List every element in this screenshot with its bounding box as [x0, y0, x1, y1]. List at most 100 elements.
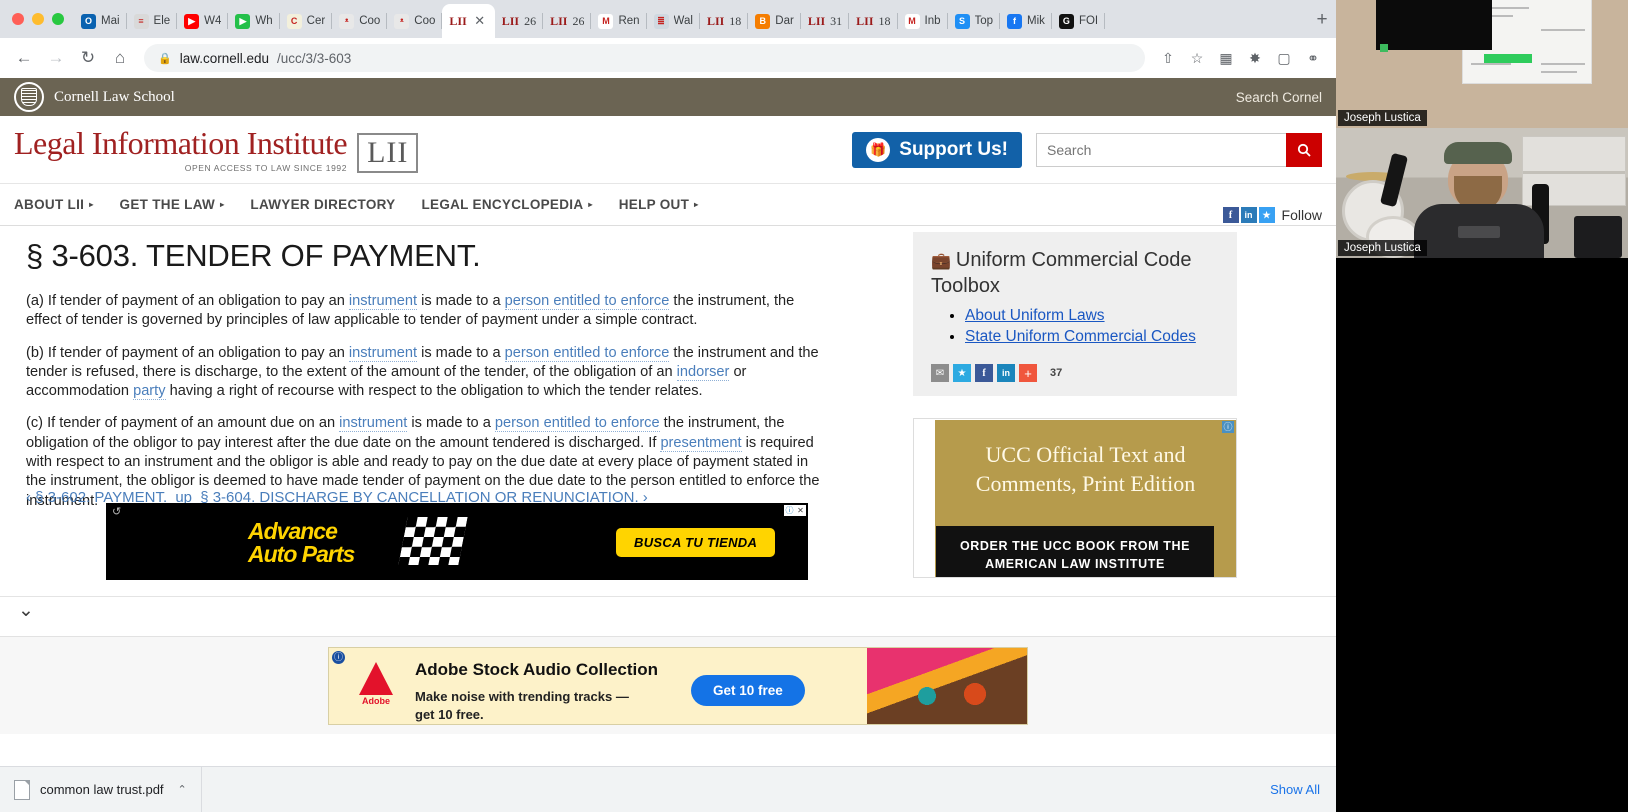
facebook-icon: f	[1007, 13, 1023, 29]
lii-logo[interactable]: Legal Information Institute OPEN ACCESS …	[14, 127, 419, 173]
nav-item-lawyer-directory[interactable]: LAWYER DIRECTORY	[250, 197, 395, 212]
minimize-window-button[interactable]	[32, 13, 44, 25]
browser-tab[interactable]: ᵜ Coo	[332, 4, 388, 38]
tab-label: Wh	[255, 15, 273, 27]
glossary-link[interactable]: indorser	[676, 363, 730, 381]
home-button[interactable]: ⌂	[106, 44, 134, 72]
adobe-stock-ad[interactable]: ⓘ ⓘ ✕ Adobe Adobe Stock Audio Collection…	[328, 647, 1028, 725]
adobe-ad-sub-1: Make noise with trending tracks —	[415, 689, 629, 704]
browser-tab[interactable]: ▶ W4	[177, 4, 229, 38]
addthis-plus-icon[interactable]: +	[1019, 364, 1037, 382]
browser-tab[interactable]: LII 26	[543, 4, 592, 38]
reading-list-icon[interactable]: ▦	[1213, 45, 1239, 71]
download-item[interactable]: common law trust.pdf ⌃	[0, 766, 202, 812]
glossary-link[interactable]: instrument	[339, 415, 408, 433]
profile-icon[interactable]: ⚭	[1300, 45, 1326, 71]
show-all-downloads-button[interactable]: Show All	[1270, 782, 1320, 797]
sidebar-icon[interactable]: ▢	[1271, 45, 1297, 71]
tab-lii-prefix: LII	[807, 13, 826, 28]
adchoices-controls[interactable]: ⓘ ✕	[784, 505, 806, 516]
adchoices-icon[interactable]: ⓘ	[784, 505, 795, 516]
advance-auto-parts-ad[interactable]: ↺ ⓘ ✕ Advance Auto Parts BUSCA TU TIENDA	[106, 503, 808, 580]
ad-close-icon[interactable]: ✕	[795, 505, 806, 516]
video-tile-top[interactable]: Joseph Lustica	[1336, 0, 1628, 128]
ad-cta-button[interactable]: BUSCA TU TIENDA	[616, 528, 776, 557]
ucc-ad-headline-2: Comments, Print Edition	[975, 471, 1196, 496]
close-tab-icon[interactable]: ✕	[472, 13, 488, 29]
browser-tab[interactable]: B Dar	[748, 4, 801, 38]
close-window-button[interactable]	[12, 13, 24, 25]
ad-brand-line-1: Advance	[248, 518, 338, 544]
glossary-link[interactable]: person entitled to enforce	[494, 415, 660, 433]
facebook-icon[interactable]: f	[975, 364, 993, 382]
video-tile-bottom[interactable]: Joseph Lustica	[1336, 128, 1628, 258]
share-count: 37	[1050, 367, 1063, 379]
linkedin-icon[interactable]: in	[997, 364, 1015, 382]
glossary-link[interactable]: person entitled to enforce	[504, 344, 670, 362]
twitter-icon[interactable]: ★	[1258, 207, 1275, 223]
search-submit-button[interactable]	[1286, 132, 1322, 167]
address-bar[interactable]: 🔒 law.cornell.edu/ucc/3/3-603	[144, 44, 1145, 72]
tab-label: Mik	[1027, 15, 1045, 27]
browser-tab[interactable]: ▶ Wh	[228, 4, 280, 38]
browser-tab[interactable]: G FOI	[1052, 4, 1106, 38]
glossary-link[interactable]: presentment	[660, 434, 742, 452]
chevron-down-icon[interactable]: ⌄	[18, 599, 34, 622]
nav-item-help-out[interactable]: HELP OUT ▸	[619, 197, 699, 212]
browser-tab[interactable]: O Mai	[74, 4, 127, 38]
glossary-link[interactable]: party	[133, 383, 166, 401]
adobe-ad-sub-2: get 10 free.	[415, 707, 484, 722]
browser-tab[interactable]: M Inb	[898, 4, 948, 38]
sidebar-advertisement[interactable]: UCC Official Text and Comments, Print Ed…	[913, 418, 1237, 578]
gmail-icon: M	[598, 13, 614, 29]
browser-tab[interactable]: S Top	[948, 4, 1001, 38]
youtube-icon: ▶	[184, 13, 200, 29]
nav-item-about-lii[interactable]: ABOUT LII ▸	[14, 197, 94, 212]
adobe-logo: Adobe	[359, 662, 393, 706]
forward-button[interactable]: →	[42, 44, 70, 72]
browser-tab[interactable]: M Ren	[591, 4, 647, 38]
new-tab-button[interactable]: +	[1308, 6, 1336, 34]
browser-tab[interactable]: ᵜ Coo	[387, 4, 443, 38]
nav-item-get-the-law[interactable]: GET THE LAW ▸	[120, 197, 225, 212]
browser-tab[interactable]: LII 31	[801, 4, 850, 38]
browser-tab[interactable]: LII 18	[700, 4, 749, 38]
tab-label: Inb	[924, 15, 941, 27]
follow-label: Follow	[1281, 207, 1322, 223]
toolbox-link[interactable]: State Uniform Commercial Codes	[965, 328, 1196, 345]
reload-button[interactable]: ↻	[74, 44, 102, 72]
glossary-link[interactable]: instrument	[348, 344, 418, 362]
chevron-up-icon[interactable]: ⌃	[178, 783, 187, 796]
browser-tab[interactable]: f Mik	[1000, 4, 1052, 38]
toolbox-link[interactable]: About Uniform Laws	[965, 307, 1105, 324]
search-input[interactable]	[1036, 132, 1286, 167]
email-icon[interactable]: ✉	[931, 364, 949, 382]
bookmark-star-icon[interactable]: ☆	[1184, 45, 1210, 71]
browser-tab[interactable]: C Cer	[280, 4, 333, 38]
support-us-button[interactable]: 🎁 Support Us!	[852, 131, 1022, 168]
browser-tab[interactable]: LII ✕	[442, 4, 495, 38]
shirt-logo	[1458, 226, 1500, 238]
glossary-link[interactable]: person entitled to enforce	[504, 293, 670, 310]
browser-tab[interactable]: ≡ Ele	[127, 4, 178, 38]
adobe-ad-cta-button[interactable]: Get 10 free	[691, 675, 805, 706]
browser-tab[interactable]: LII 26	[495, 4, 544, 38]
maximize-window-button[interactable]	[52, 13, 64, 25]
nav-item-label: GET THE LAW	[119, 197, 216, 212]
linkedin-icon[interactable]: in	[1240, 207, 1257, 223]
share-icon[interactable]: ⇧	[1155, 45, 1181, 71]
ucc-ad-cta[interactable]: ORDER THE UCC BOOK FROM THE AMERICAN LAW…	[936, 526, 1214, 577]
adobe-ad-title: Adobe Stock Audio Collection	[415, 660, 659, 679]
back-button[interactable]: ←	[10, 44, 38, 72]
glossary-link[interactable]: instrument	[348, 293, 418, 310]
adchoices-close-icon[interactable]: ⓘ	[1222, 421, 1234, 433]
browser-tab[interactable]: LII 18	[849, 4, 898, 38]
tab-label: Dar	[775, 15, 794, 27]
cornell-search-link[interactable]: Search Cornel	[1236, 90, 1322, 105]
facebook-icon[interactable]: f	[1222, 207, 1239, 223]
extensions-puzzle-icon[interactable]: ✸	[1242, 45, 1268, 71]
ad-info-icon[interactable]: ⓘ	[332, 651, 345, 664]
twitter-icon[interactable]: ★	[953, 364, 971, 382]
nav-item-legal-encyclopedia[interactable]: LEGAL ENCYCLOPEDIA ▸	[421, 197, 592, 212]
browser-tab[interactable]: ≣ Wal	[647, 4, 701, 38]
